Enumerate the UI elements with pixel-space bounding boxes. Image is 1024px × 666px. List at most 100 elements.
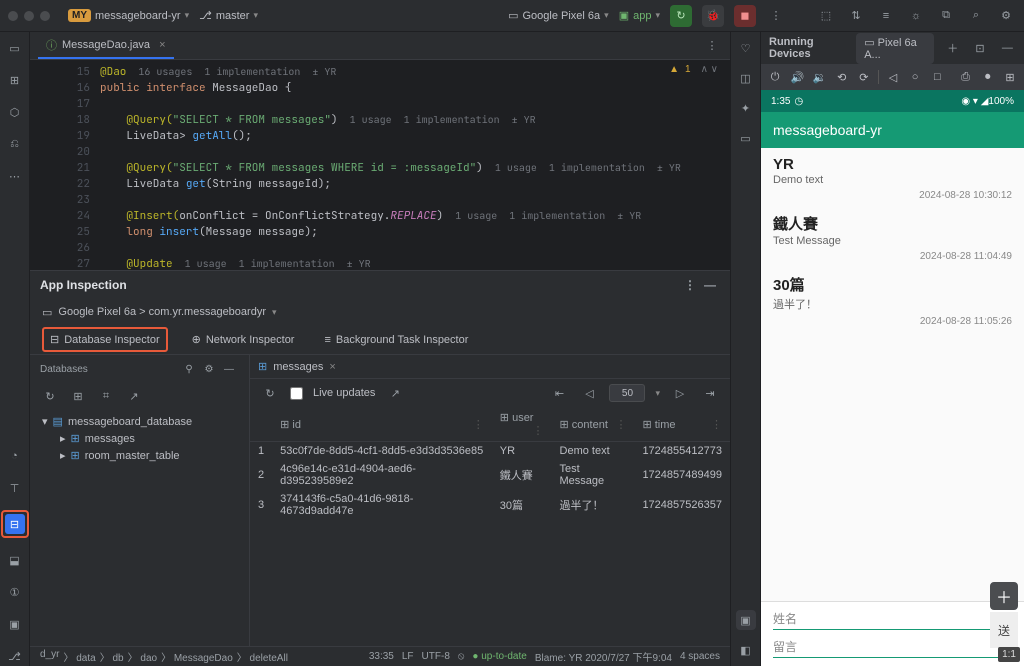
gear-icon[interactable]: ⚙ <box>199 359 219 379</box>
grid-tab-label[interactable]: messages <box>273 361 323 373</box>
list-item[interactable]: 鐵人賽Test Message2024-08-28 11:04:49 <box>761 205 1024 266</box>
search-icon[interactable]: ⌕ <box>966 6 986 26</box>
tool-icon-3[interactable]: ≡ <box>876 6 896 26</box>
resource-icon[interactable]: ⬡ <box>5 102 25 122</box>
caret-position[interactable]: 33:35 <box>369 651 394 662</box>
editor[interactable]: 1516171819202122232425262728 @Dao 16 usa… <box>30 60 730 270</box>
target-device-selector[interactable]: ▭ Google Pixel 6a > com.yr.messageboardy… <box>30 299 730 325</box>
tool-icon-2[interactable]: ⇅ <box>846 6 866 26</box>
tool-build-icon[interactable]: ⬓ <box>5 550 25 570</box>
tool-problems-icon[interactable]: ① <box>5 582 25 602</box>
panel-settings[interactable]: ⊡ <box>971 38 988 58</box>
tool-logcat-icon[interactable]: ▣ <box>5 614 25 634</box>
tool-icon-1[interactable]: ⬚ <box>816 6 836 26</box>
tab-options[interactable]: ⋮ <box>702 36 722 56</box>
device-screen[interactable]: 1:35 ◷ ◉ ▾ ◢ 100% messageboard-yr YRDemo… <box>761 90 1024 666</box>
emulator-icon[interactable]: ▣ <box>736 610 756 630</box>
settings-icon[interactable]: ⊞ <box>1002 67 1018 87</box>
vcs-branch[interactable]: ⎇ master ▾ <box>199 9 258 22</box>
device-tab[interactable]: ▭ Pixel 6a A... <box>856 33 934 64</box>
list-item[interactable]: 30篇過半了！2024-08-28 11:05:26 <box>761 266 1024 331</box>
more-icon[interactable]: ⋯ <box>5 166 25 186</box>
run-button[interactable]: ↻ <box>670 5 692 27</box>
open-icon[interactable]: ↗ <box>385 383 405 403</box>
tool-git-icon[interactable]: ⎇ <box>5 646 25 666</box>
tool-icon-4[interactable]: ☼ <box>906 6 926 26</box>
data-grid[interactable]: ⊞ id ⋮⊞ user ⋮⊞ content ⋮⊞ time ⋮153c0f7… <box>250 407 730 646</box>
layout-inspector-icon[interactable]: ◧ <box>736 640 756 660</box>
table-node[interactable]: ▸ ⊞ room_master_table <box>54 447 243 464</box>
first-page-icon[interactable]: ⇤ <box>549 383 569 403</box>
db-node[interactable]: ▾ ▤ messageboard_database <box>36 413 243 430</box>
panel-minimize[interactable]: — <box>700 275 720 295</box>
vol-down-icon[interactable]: 🔉 <box>811 67 827 87</box>
app-inspection-tool-button[interactable]: ⊟ <box>1 510 29 538</box>
encoding[interactable]: UTF-8 <box>422 651 450 662</box>
table-icon[interactable]: ⊞ <box>68 386 88 406</box>
ai-icon[interactable]: ✦ <box>736 98 756 118</box>
database-tree[interactable]: ▾ ▤ messageboard_database ▸ ⊞ messages ▸ <box>30 409 249 468</box>
filter-icon[interactable]: ⚲ <box>179 359 199 379</box>
send-button[interactable]: 送 <box>990 612 1018 648</box>
table-row[interactable]: 24c96e14c-e31d-4904-aed6-d395239589e2鐵人賽… <box>250 460 730 490</box>
refresh-icon[interactable]: ↻ <box>40 386 60 406</box>
query-icon[interactable]: ⌗ <box>96 386 116 406</box>
editor-tab[interactable]: ⓘ MessageDao.java × <box>38 33 174 59</box>
back-icon[interactable]: ◁ <box>885 67 901 87</box>
overview-icon[interactable]: □ <box>929 67 945 87</box>
rotate-right-icon[interactable]: ⟳ <box>856 67 872 87</box>
window-controls[interactable] <box>8 11 50 21</box>
power-icon[interactable]: ⏻ <box>767 67 783 87</box>
vcs-status[interactable]: up-to-date <box>481 651 527 662</box>
tool-icon-5[interactable]: ⧉ <box>936 6 956 26</box>
code-area[interactable]: @Dao 16 usages 1 implementation ± YRpubl… <box>100 60 730 270</box>
tool-profiler-icon[interactable]: ◔ <box>5 446 25 466</box>
close-icon[interactable]: × <box>329 361 335 373</box>
minimize-icon[interactable]: — <box>219 359 239 379</box>
refresh-icon[interactable]: ↻ <box>260 383 280 403</box>
table-row[interactable]: 3374143f6-c5a0-41d6-9818-4673d9add47e30篇… <box>250 490 730 520</box>
message-input[interactable]: 留言 <box>773 638 1012 658</box>
readonly-indicator[interactable]: ⦸ <box>458 651 465 662</box>
indent-info[interactable]: 4 spaces <box>680 651 720 662</box>
list-item[interactable]: YRDemo text2024-08-28 10:30:12 <box>761 148 1024 205</box>
settings-icon[interactable]: ⚙ <box>996 6 1016 26</box>
stop-button[interactable]: ◼ <box>734 5 756 27</box>
record-icon[interactable]: ⏺ <box>980 67 996 87</box>
vol-up-icon[interactable]: 🔊 <box>789 67 805 87</box>
structure-icon[interactable]: ⊞ <box>5 70 25 90</box>
run-config[interactable]: ▣ app ▾ <box>619 9 660 22</box>
name-input[interactable]: 姓名 <box>773 610 1012 630</box>
panel-minimize[interactable]: — <box>999 38 1016 58</box>
blame-info[interactable]: Blame: YR 2020/7/27 下午9:04 <box>535 649 672 664</box>
last-page-icon[interactable]: ⇥ <box>700 383 720 403</box>
zoom-indicator[interactable]: 1:1 <box>998 647 1020 662</box>
add-device[interactable]: ＋ <box>944 38 961 58</box>
project-selector[interactable]: MY messageboard-yr ▾ <box>68 9 189 22</box>
tab-background-task-inspector[interactable]: ≡ Background Task Inspector <box>318 330 474 350</box>
home-icon[interactable]: ○ <box>907 67 923 87</box>
live-updates-checkbox[interactable] <box>290 387 303 400</box>
project-tool-icon[interactable]: ▭ <box>5 38 25 58</box>
message-list[interactable]: YRDemo text2024-08-28 10:30:12鐵人賽Test Me… <box>761 148 1024 601</box>
table-node[interactable]: ▸ ⊞ messages <box>54 430 243 447</box>
device-manager-icon[interactable]: ▭ <box>736 128 756 148</box>
bookmarks-icon[interactable]: ◫ <box>736 68 756 88</box>
more-button[interactable]: ⋮ <box>766 6 786 26</box>
vcs-icon[interactable]: ⎌ <box>5 134 25 154</box>
breadcrumb[interactable]: d_yr 〉 data 〉 db 〉 dao 〉 MessageDao 〉 de… <box>40 649 288 664</box>
export-icon[interactable]: ↗ <box>124 386 144 406</box>
line-separator[interactable]: LF <box>402 651 414 662</box>
prev-page-icon[interactable]: ◁ <box>579 383 599 403</box>
close-icon[interactable]: × <box>159 39 165 51</box>
fab-add[interactable]: ＋ <box>990 582 1018 610</box>
next-page-icon[interactable]: ▷ <box>670 383 690 403</box>
device-selector[interactable]: ▭ Google Pixel 6a ▾ <box>508 9 609 22</box>
tool-terminal-icon[interactable]: ⊤ <box>5 478 25 498</box>
tab-network-inspector[interactable]: ⊕ Network Inspector <box>186 329 301 350</box>
page-size-input[interactable] <box>609 384 645 402</box>
notifications-icon[interactable]: ♡ <box>736 38 756 58</box>
rotate-left-icon[interactable]: ⟲ <box>834 67 850 87</box>
panel-options[interactable]: ⋮ <box>680 275 700 295</box>
inspection-indicator[interactable]: ▲ 1 ∧ ∨ <box>669 64 718 75</box>
